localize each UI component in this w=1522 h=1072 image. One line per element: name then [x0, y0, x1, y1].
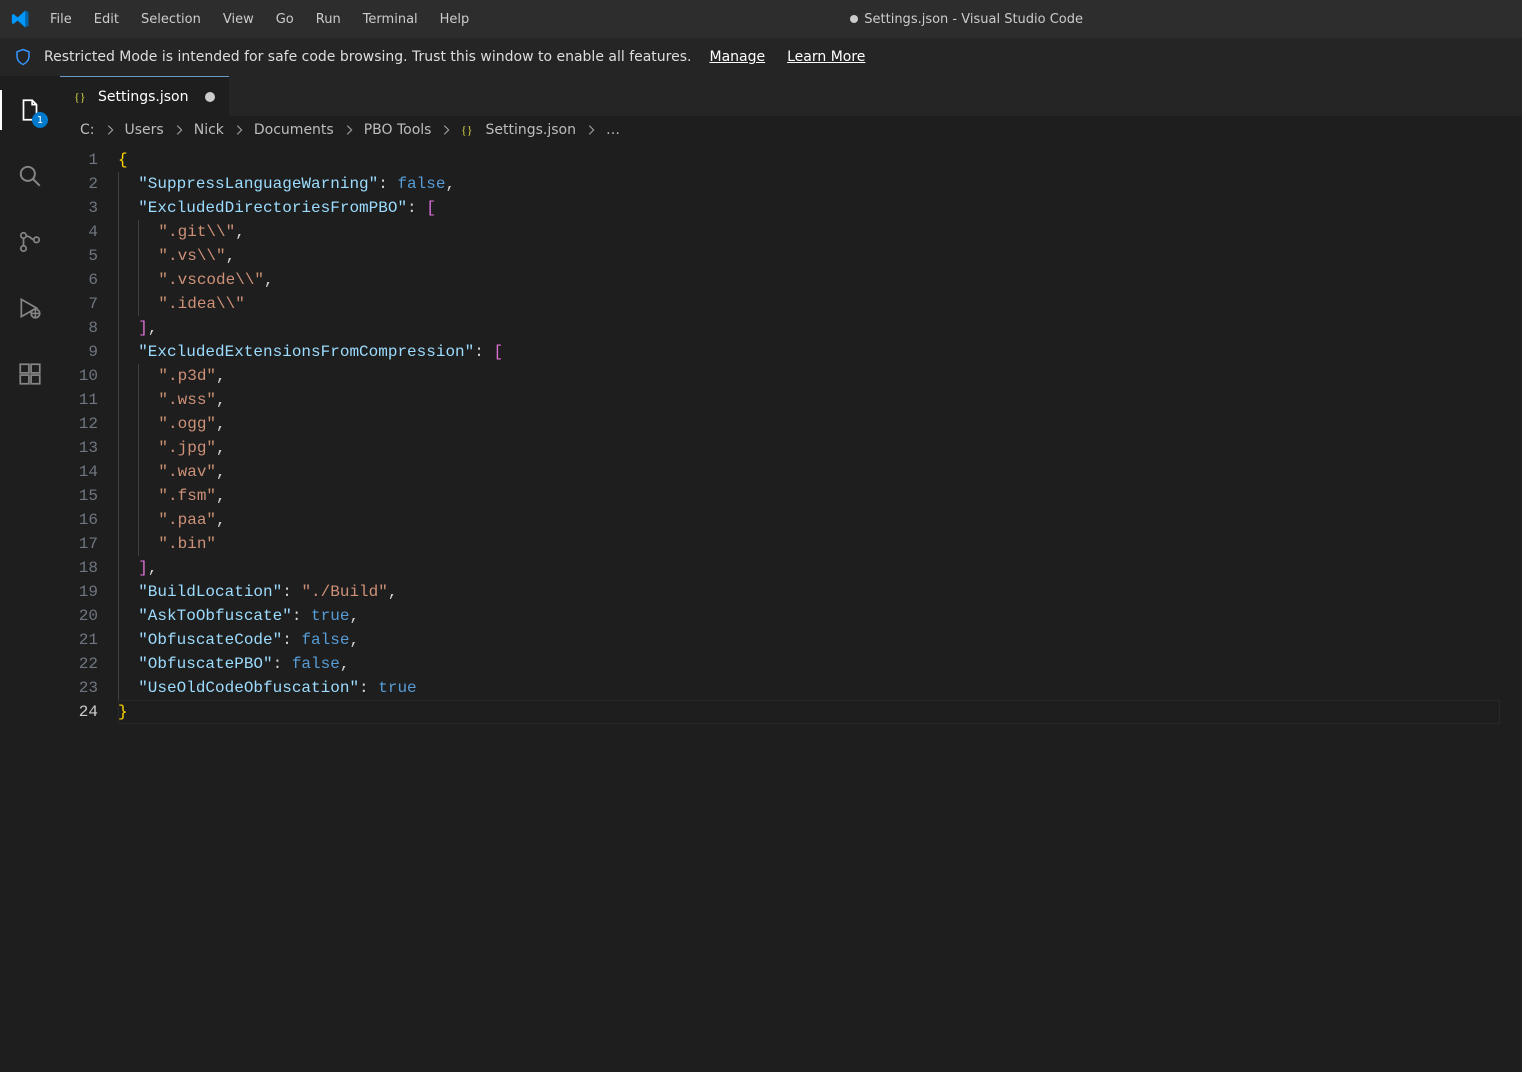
menu-terminal[interactable]: Terminal [353, 8, 428, 31]
menu-file[interactable]: File [40, 8, 82, 31]
breadcrumb-part[interactable]: C: [80, 122, 95, 138]
activity-run-debug[interactable] [6, 284, 54, 332]
learn-more-link[interactable]: Learn More [787, 49, 865, 65]
breadcrumb-part[interactable]: Nick [194, 122, 224, 138]
chevron-right-icon [342, 123, 356, 137]
explorer-badge: 1 [32, 112, 48, 128]
chevron-right-icon [584, 123, 598, 137]
shield-icon [14, 48, 32, 66]
chevron-right-icon [172, 123, 186, 137]
activity-search[interactable] [6, 152, 54, 200]
line-numbers-gutter: 123456789101112131415161718192021222324 [60, 144, 118, 1072]
menu-edit[interactable]: Edit [84, 8, 129, 31]
activity-explorer[interactable]: 1 [6, 86, 54, 134]
menu-help[interactable]: Help [430, 8, 480, 31]
breadcrumb-trailing[interactable]: … [606, 122, 620, 138]
menu-selection[interactable]: Selection [131, 8, 211, 31]
chevron-right-icon [439, 123, 453, 137]
json-file-icon: {} [461, 122, 477, 138]
tab-settings-json[interactable]: {} Settings.json [60, 76, 229, 116]
main-menu: File Edit Selection View Go Run Terminal… [40, 8, 479, 31]
menu-go[interactable]: Go [266, 8, 304, 31]
restricted-mode-banner: Restricted Mode is intended for safe cod… [0, 38, 1522, 76]
breadcrumb-part[interactable]: Users [125, 122, 164, 138]
breadcrumb-part[interactable]: Documents [254, 122, 334, 138]
restricted-mode-message: Restricted Mode is intended for safe cod… [44, 49, 691, 65]
menu-run[interactable]: Run [306, 8, 351, 31]
activity-bar: 1 [0, 76, 60, 1072]
window-title: Settings.json - Visual Studio Code [850, 12, 1083, 27]
tab-label: Settings.json [98, 89, 189, 105]
chevron-right-icon [232, 123, 246, 137]
minimap[interactable] [1500, 144, 1522, 1072]
title-bar: File Edit Selection View Go Run Terminal… [0, 0, 1522, 38]
tab-dirty-icon [205, 92, 215, 102]
breadcrumbs[interactable]: C: Users Nick Documents PBO Tools {} Set… [60, 116, 1522, 144]
activity-extensions[interactable] [6, 350, 54, 398]
menu-view[interactable]: View [213, 8, 264, 31]
breadcrumb-part[interactable]: PBO Tools [364, 122, 432, 138]
json-file-icon: {} [74, 89, 90, 105]
editor-area: {} Settings.json C: Users Nick Documents… [60, 76, 1522, 1072]
svg-text:{}: {} [74, 90, 86, 104]
dirty-dot-icon [850, 15, 858, 23]
window-title-text: Settings.json - Visual Studio Code [864, 12, 1083, 27]
vscode-logo-icon [8, 9, 34, 29]
breadcrumb-file[interactable]: Settings.json [485, 122, 576, 138]
chevron-right-icon [103, 123, 117, 137]
text-editor[interactable]: 123456789101112131415161718192021222324 … [60, 144, 1522, 1072]
manage-link[interactable]: Manage [709, 49, 765, 65]
editor-tabs: {} Settings.json [60, 76, 1522, 116]
activity-source-control[interactable] [6, 218, 54, 266]
code-content[interactable]: { "SuppressLanguageWarning": false, "Exc… [118, 144, 1500, 1072]
svg-text:{}: {} [461, 123, 473, 137]
